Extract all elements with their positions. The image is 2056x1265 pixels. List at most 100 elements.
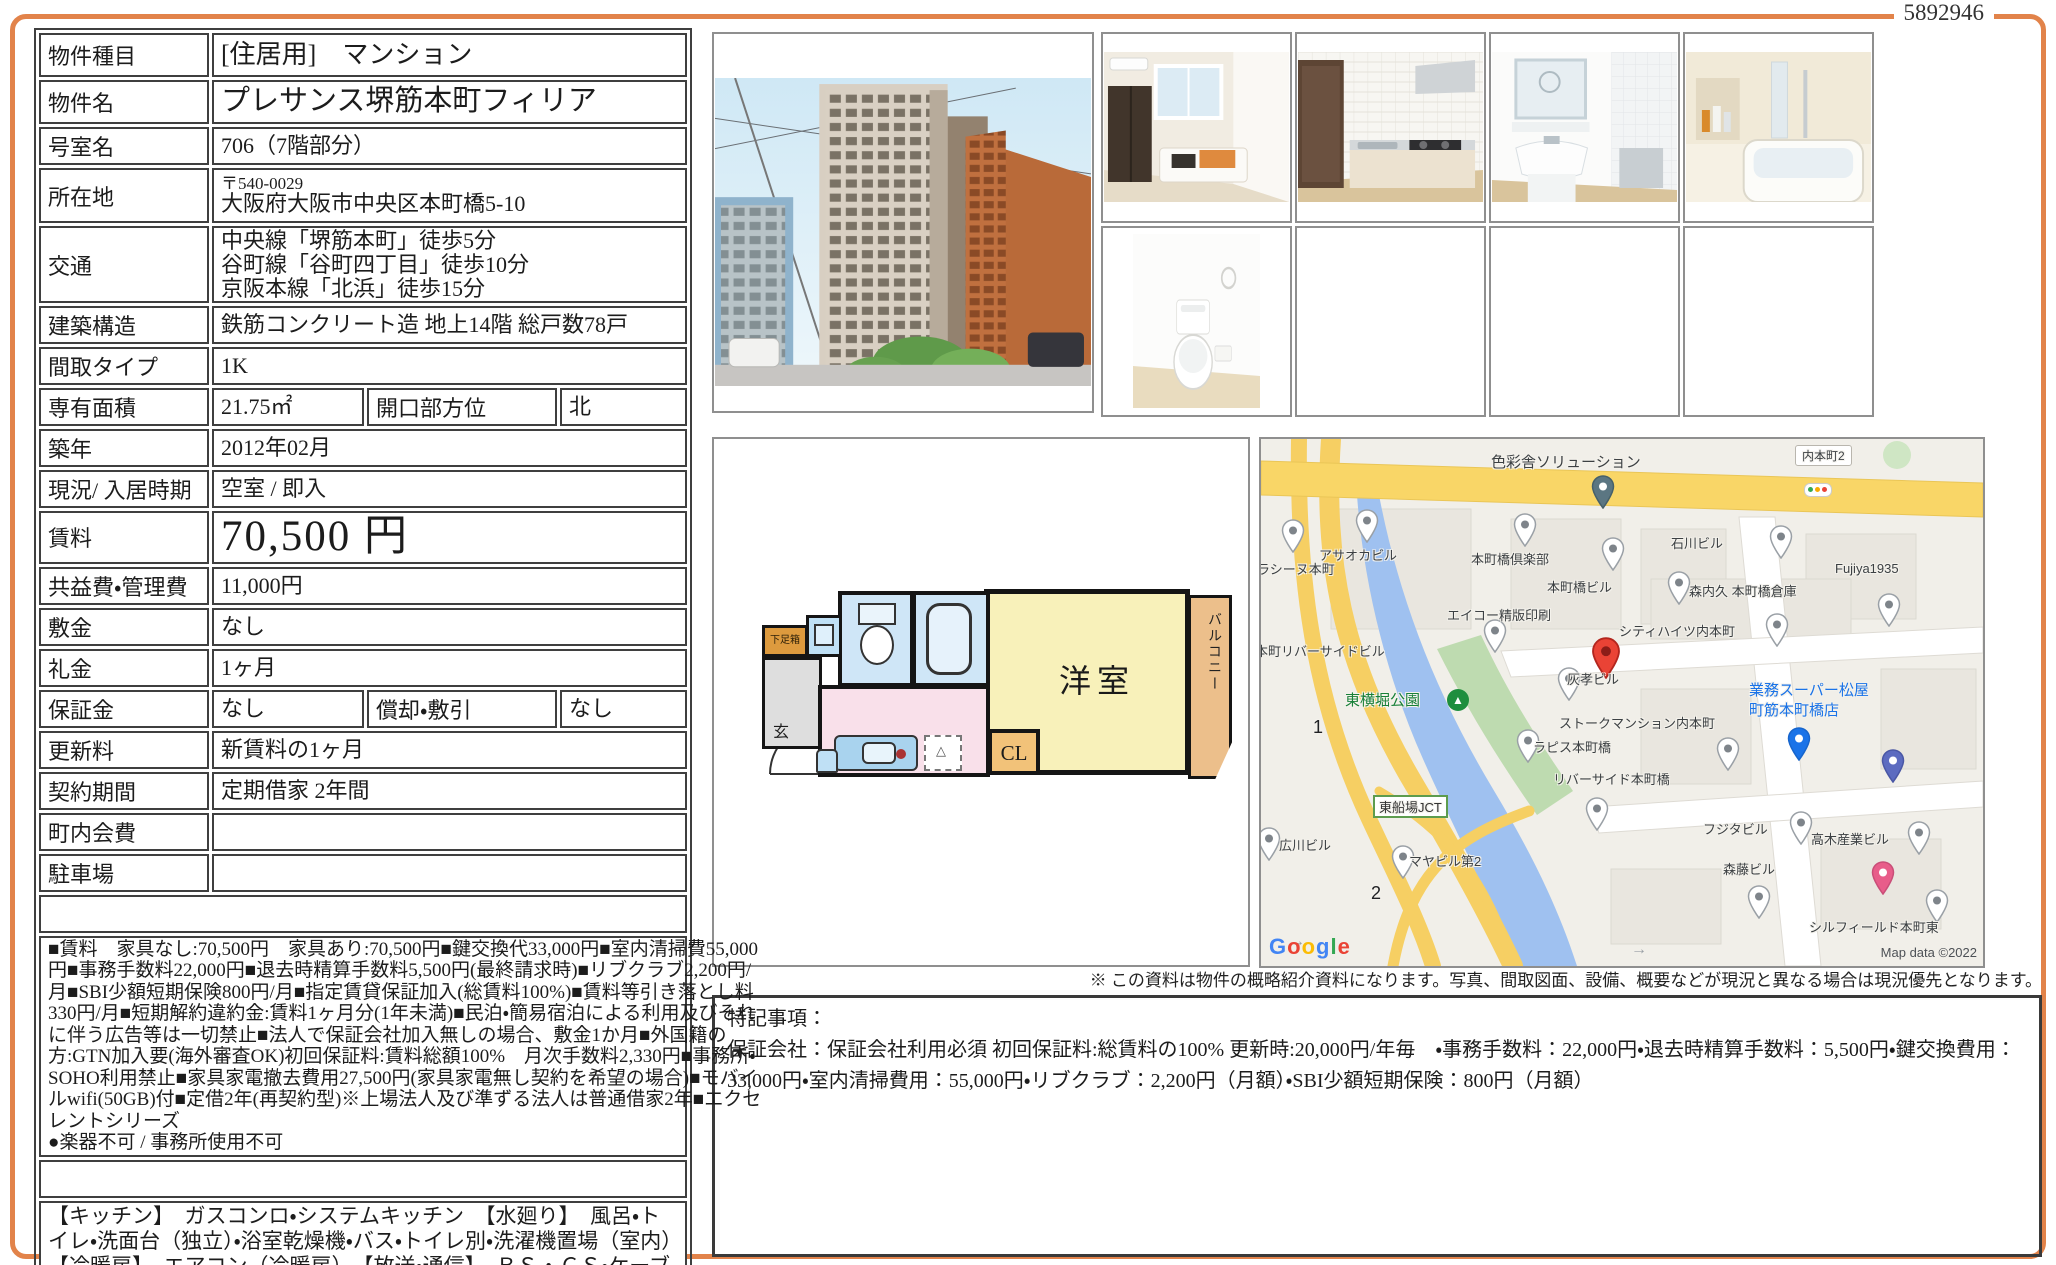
field-value: 706（7階部分）: [212, 127, 687, 165]
map-label: 本町リバーサイドビル: [1259, 644, 1385, 659]
notes-cell: ■賃料 家具なし:70,500円 家具あり:70,500円■鍵交換代33,000…: [39, 935, 761, 1157]
table-row: 専有面積 21.75㎡ 開口部方位北: [39, 388, 687, 427]
table-row: 保証金 なし 償却・敷引 なし: [39, 689, 687, 728]
toilet-photo: [1133, 234, 1260, 408]
equipment-header: 設 備: [39, 1159, 687, 1198]
table-row: 契約期間 定期借家 2年間: [39, 771, 687, 810]
toilet-room: [838, 591, 914, 687]
map-label: シティハイツ内本町: [1619, 624, 1735, 639]
field-label: 敷金: [39, 607, 209, 646]
gray-map-pin: [1483, 619, 1507, 658]
field-label: 号室名: [39, 127, 209, 165]
table-row: 築年 2012年02月: [39, 429, 687, 468]
map-label: シルフィールド本町東: [1809, 920, 1939, 935]
gray-map-pin: [1716, 737, 1740, 776]
road-arrow-icon: →: [1631, 941, 1647, 958]
special-notes-title: 特記事項：: [727, 1008, 827, 1030]
washbasin-unit: [806, 615, 842, 657]
shoe-box: 下足箱: [762, 625, 808, 657]
map-label: 東横堀公園: [1345, 692, 1421, 709]
field-value: [212, 853, 687, 892]
field-label: 保証金: [39, 689, 209, 728]
entrance-label: 玄: [773, 724, 790, 741]
map-label: 石川ビル: [1671, 536, 1724, 551]
slate-map-pin: [1591, 475, 1615, 514]
park-tree-icon: ▲: [1447, 689, 1469, 711]
closet: CL: [988, 729, 1040, 775]
field-label: 間取タイプ: [39, 347, 209, 386]
toilet-tank-icon: [858, 603, 896, 625]
gray-map-pin: [1877, 593, 1901, 632]
photo-frame-washbasin: [1489, 32, 1680, 223]
map-label: 本町橋ビル: [1547, 580, 1613, 595]
map-label: 内本町2: [1795, 445, 1852, 466]
entrance-area: 玄: [762, 657, 822, 749]
photo-frame-empty: [1683, 226, 1874, 417]
field-value: 中央線「堺筋本町」徒歩5分 谷町線「谷町四丁目」徒歩10分 京阪本線「北浜」徒歩…: [212, 226, 687, 304]
map-label: 1: [1313, 717, 1324, 737]
special-notes-body: 保証会社：保証会社利用必須 初回保証料:総賃料の100% 更新時:20,000円…: [727, 1039, 2016, 1092]
photo-frame-room-interior: [1101, 32, 1292, 223]
gray-map-pin: [1281, 519, 1305, 558]
map-label: 灰孝ビル: [1567, 672, 1620, 687]
field-value: 定期借家 2年間: [212, 771, 687, 810]
field-value: [212, 812, 687, 851]
gray-map-pin: [1747, 885, 1771, 924]
room-interior-photo: [1104, 52, 1289, 202]
map-label: 広川ビル: [1279, 838, 1332, 853]
gray-map-pin: [1261, 827, 1281, 866]
map-label: 色彩舎ソリューション: [1491, 454, 1641, 471]
photo-frame-bathroom: [1683, 32, 1874, 223]
special-notes-box: 特記事項： 保証会社：保証会社利用必須 初回保証料:総賃料の100% 更新時:2…: [712, 995, 2042, 1257]
field-value: 北: [560, 388, 687, 427]
map-label: 本町橋倶楽部: [1471, 552, 1550, 567]
map-label: 町筋本町橋店: [1749, 702, 1840, 719]
gray-map-pin: [1585, 797, 1609, 836]
field-value: 2012年02月: [212, 429, 687, 468]
google-logo: Google: [1269, 934, 1351, 959]
table-row: 更新料 新賃料の1ヶ月: [39, 730, 687, 769]
field-value: 空室 / 即入: [212, 470, 687, 509]
table-row: 町内会費: [39, 812, 687, 851]
toilet-bowl-icon: [860, 625, 894, 665]
field-label: 建築構造: [39, 306, 209, 345]
field-label: 更新料: [39, 730, 209, 769]
field-label: 償却・敷引: [367, 689, 557, 728]
map-box: 内本町2 色彩舎ソリューション アサオカビル ラシーヌ本町 本町橋倶楽部 石川ビル Fuji…: [1259, 437, 1985, 968]
kitchen-counter-icon: [834, 735, 918, 771]
gray-map-pin: [1769, 525, 1793, 564]
field-value: なし: [212, 607, 687, 646]
field-value: 新賃料の1ヶ月: [212, 730, 687, 769]
gray-map-pin: [1601, 537, 1625, 576]
map-label: 高木産業ビル: [1811, 832, 1890, 847]
field-label: 物件名: [39, 80, 209, 124]
map-copyright: Map data ©2022: [1880, 945, 1977, 960]
map-label: 森内久 本町橋倉庫: [1689, 584, 1797, 599]
traffic-light-icon: [1804, 483, 1832, 497]
table-row: 間取タイプ 1K: [39, 347, 687, 386]
field-label: 物件種目: [39, 33, 209, 77]
field-value: 〒540-0029 大阪府大阪市中央区本町橋5-10: [212, 168, 687, 223]
gray-map-pin: [1355, 509, 1379, 548]
equipment-cell: 【キッチン】 ガスコンロ・システムキッチン 【水廻り】 風呂・トイレ・洗面台（独…: [39, 1200, 693, 1265]
sink-stool-icon: [816, 749, 838, 773]
blue-map-pin: [1787, 727, 1811, 766]
field-value: 1ヶ月: [212, 648, 687, 687]
building-exterior-photo: [715, 78, 1091, 386]
kitchen-hallway: [816, 685, 990, 777]
field-value: 11,000円: [212, 566, 687, 605]
field-value: なし: [212, 689, 364, 728]
photo-frame-building-exterior: [712, 32, 1094, 413]
gray-map-pin: [1513, 513, 1537, 552]
table-row: 礼金 1ヶ月: [39, 648, 687, 687]
bathroom-photo: [1686, 52, 1871, 202]
field-label: 賃料: [39, 511, 209, 564]
map-label: ストークマンション内本町: [1559, 716, 1716, 731]
map-label: 2: [1371, 883, 1382, 903]
gray-map-pin: [1907, 821, 1931, 860]
purple-map-pin: [1881, 749, 1905, 788]
western-room-label: 洋室: [1059, 663, 1136, 699]
field-label: 専有面積: [39, 388, 209, 427]
field-label: 駐車場: [39, 853, 209, 892]
field-value: なし: [560, 689, 687, 728]
